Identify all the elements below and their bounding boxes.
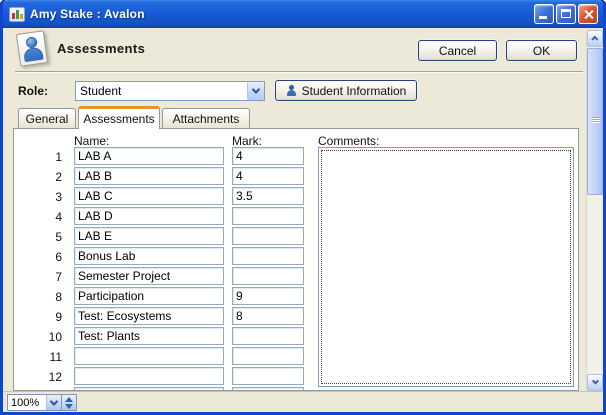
name-column-header: Name: — [74, 134, 109, 148]
mark-field-8[interactable] — [232, 287, 304, 305]
mark-field-7[interactable] — [232, 267, 304, 285]
name-field-12[interactable] — [74, 367, 224, 385]
dialog-window: Amy Stake : Avalon Assessments Cancel OK… — [0, 0, 606, 415]
window-title: Amy Stake : Avalon — [30, 7, 145, 21]
row-number: 12 — [16, 370, 62, 384]
name-field-1[interactable] — [74, 147, 224, 165]
status-bar: 100% — [3, 391, 603, 412]
mark-field-12[interactable] — [232, 367, 304, 385]
comments-label: Comments: — [318, 134, 379, 148]
mark-field-3[interactable] — [232, 187, 304, 205]
page-title: Assessments — [57, 41, 145, 56]
mark-field-4[interactable] — [232, 207, 304, 225]
mark-field-5[interactable] — [232, 227, 304, 245]
mark-field-2[interactable] — [232, 167, 304, 185]
scroll-up-button[interactable] — [587, 30, 603, 47]
zoom-value[interactable]: 100% — [8, 395, 46, 410]
close-icon — [579, 5, 597, 23]
role-dropdown[interactable]: Student — [75, 81, 265, 101]
spinner-down-icon — [65, 404, 73, 409]
name-field-4[interactable] — [74, 207, 224, 225]
spinner-up-icon — [65, 397, 73, 402]
mark-field-6[interactable] — [232, 247, 304, 265]
name-field-6[interactable] — [74, 247, 224, 265]
assessments-panel: Name: Mark: Comments: 1 2 3 4 5 6 7 8 9 … — [13, 128, 579, 391]
mark-field-10[interactable] — [232, 327, 304, 345]
name-field-3[interactable] — [74, 187, 224, 205]
mark-column-header: Mark: — [232, 134, 262, 148]
name-field-5[interactable] — [74, 227, 224, 245]
app-chart-icon — [9, 7, 25, 22]
minimize-button[interactable] — [534, 4, 554, 24]
header-bar: Assessments Cancel OK — [3, 28, 603, 71]
role-dropdown-value: Student — [76, 84, 247, 98]
name-field-10[interactable] — [74, 327, 224, 345]
minimize-icon — [539, 16, 547, 19]
name-field-8[interactable] — [74, 287, 224, 305]
tab-assessments[interactable]: Assessments — [78, 106, 160, 129]
row-number: 11 — [16, 350, 62, 364]
scrollbar-grip-icon — [592, 117, 600, 123]
close-button[interactable] — [578, 4, 598, 24]
row-number: 4 — [16, 210, 62, 224]
chevron-down-icon[interactable] — [247, 82, 264, 100]
row-number: 8 — [16, 290, 62, 304]
row-number: 7 — [16, 270, 62, 284]
ok-button[interactable]: OK — [506, 40, 577, 61]
scroll-down-button[interactable] — [587, 374, 603, 391]
zoom-control[interactable]: 100% — [7, 394, 77, 411]
mark-field-9[interactable] — [232, 307, 304, 325]
contact-card-icon — [16, 30, 48, 67]
name-field-2[interactable] — [74, 167, 224, 185]
comments-textarea[interactable] — [318, 147, 574, 387]
title-bar[interactable]: Amy Stake : Avalon — [3, 0, 603, 28]
name-field-9[interactable] — [74, 307, 224, 325]
student-information-label: Student Information — [302, 84, 407, 98]
chevron-down-icon — [591, 378, 598, 385]
role-label: Role: — [18, 84, 48, 98]
row-number: 10 — [16, 330, 62, 344]
mark-field-1[interactable] — [232, 147, 304, 165]
header-divider — [15, 71, 583, 72]
name-field-11[interactable] — [74, 347, 224, 365]
comments-content[interactable] — [321, 150, 571, 384]
zoom-spinner[interactable] — [61, 395, 76, 410]
row-number: 3 — [16, 190, 62, 204]
zoom-dropdown-button[interactable] — [46, 395, 61, 410]
chevron-up-icon — [591, 36, 598, 43]
cancel-button[interactable]: Cancel — [418, 40, 497, 61]
chevron-down-icon — [50, 397, 58, 405]
maximize-button[interactable] — [556, 4, 576, 24]
maximize-icon — [561, 9, 571, 18]
row-number: 6 — [16, 250, 62, 264]
row-number: 5 — [16, 230, 62, 244]
row-number: 2 — [16, 170, 62, 184]
vertical-scrollbar[interactable] — [586, 30, 602, 391]
row-number: 1 — [16, 150, 62, 164]
tab-attachments[interactable]: Attachments — [162, 108, 250, 129]
row-number: 9 — [16, 310, 62, 324]
person-icon — [286, 85, 297, 97]
tab-general[interactable]: General — [18, 108, 76, 129]
mark-field-11[interactable] — [232, 347, 304, 365]
name-field-7[interactable] — [74, 267, 224, 285]
scrollbar-thumb[interactable] — [587, 48, 603, 195]
student-information-button[interactable]: Student Information — [275, 80, 417, 101]
